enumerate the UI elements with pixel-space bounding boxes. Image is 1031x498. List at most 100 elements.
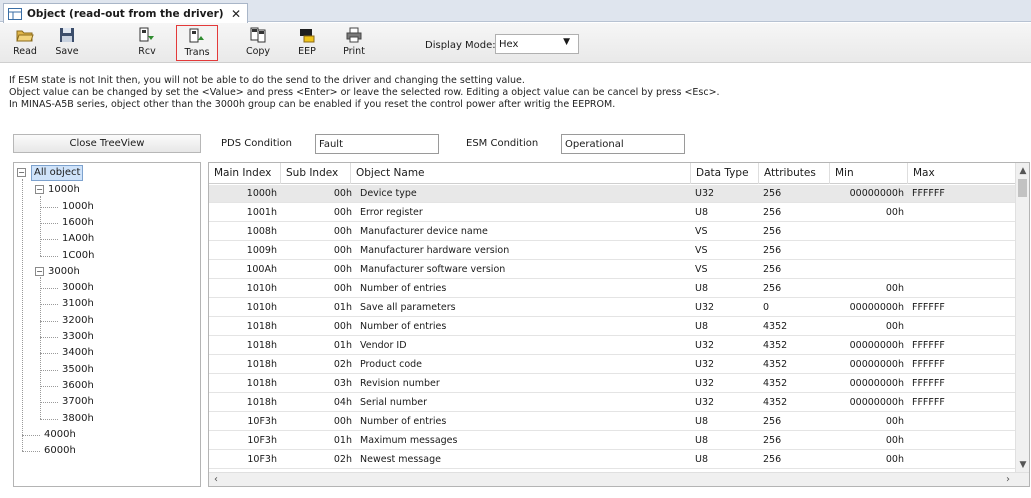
table-cell [908, 242, 1016, 260]
scroll-left-icon[interactable]: ‹ [209, 473, 223, 486]
print-button[interactable]: Print [333, 25, 375, 61]
column-header[interactable]: Main Index [209, 163, 281, 184]
table-row[interactable]: 1009h 00h Manufacturer hardware version VS 2… [209, 242, 1016, 260]
tree-node-item[interactable]: 3100h [62, 296, 94, 312]
display-mode-select[interactable]: Hex ▼ [495, 34, 579, 54]
table-header: Main Index Sub Index Object Name Data Type A… [209, 163, 1029, 184]
column-header[interactable]: Min [830, 163, 908, 184]
table-cell: Vendor ID [360, 340, 407, 351]
table-row[interactable]: 1010h 01h Save all parameters U32 0 00000000h… [209, 299, 1016, 317]
tree-node-item[interactable]: 3800h [62, 411, 94, 427]
table-row[interactable]: 1018h 02h Product code U32 4352 00000000h FFFF… [209, 356, 1016, 374]
table-row[interactable]: 1010h 00h Number of entries U8 256 00h [209, 280, 1016, 298]
receive-icon [138, 27, 156, 43]
tree-node-item[interactable]: 3200h [62, 313, 94, 329]
table-row[interactable]: 1000h 00h Device type U32 256 00000000h FFFFFF [209, 185, 1016, 203]
collapse-icon[interactable]: − [17, 168, 26, 177]
tree-node-item[interactable]: 3500h [62, 362, 94, 378]
tree-node-item[interactable]: 1000h [62, 199, 94, 215]
table-cell: 00h [333, 226, 352, 237]
table-cell: 04h [333, 397, 352, 408]
table-row[interactable]: 1018h 03h Revision number U32 4352 00000000h F… [209, 375, 1016, 393]
table-cell: 00000000h [849, 302, 904, 313]
table-cell: U32 [695, 397, 715, 408]
close-tab-icon[interactable]: ✕ [231, 7, 241, 21]
table-row[interactable]: 1018h 01h Vendor ID U32 4352 00000000h FFFFFF [209, 337, 1016, 355]
table-cell: 1018h [246, 397, 277, 408]
object-tab[interactable]: Object (read-out from the driver) ✕ [3, 3, 248, 23]
column-header[interactable]: Object Name [351, 163, 691, 184]
eep-button[interactable]: EEP [286, 25, 328, 61]
tree-node-item[interactable]: 3300h [62, 329, 94, 345]
tree-node-group[interactable]: 1000h [48, 182, 80, 198]
table-cell: 00h [885, 416, 904, 427]
scroll-down-icon[interactable]: ▼ [1016, 458, 1029, 472]
tree-node-item[interactable]: 4000h [44, 427, 76, 443]
info-message: If ESM state is not Init then, you will … [9, 75, 720, 110]
table-cell: Device type [360, 188, 417, 199]
tree-connector [40, 304, 58, 306]
table-row[interactable]: 1001h 00h Error register U8 256 00h [209, 204, 1016, 222]
tree-node-group[interactable]: 3000h [48, 264, 80, 280]
scroll-thumb[interactable] [1018, 179, 1027, 197]
table-cell: U8 [695, 321, 708, 332]
scroll-right-icon[interactable]: › [1001, 473, 1015, 486]
table-cell: Manufacturer device name [360, 226, 488, 237]
table-cell: FFFFFF [912, 378, 945, 389]
tree-node-item[interactable]: 3000h [62, 280, 94, 296]
scroll-up-icon[interactable]: ▲ [1016, 164, 1029, 178]
save-button[interactable]: Save [46, 25, 88, 61]
tab-title: Object (read-out from the driver) [27, 7, 224, 20]
tree-node-root[interactable]: All object [31, 165, 84, 181]
table-cell: Number of entries [360, 416, 447, 427]
table-cell: VS [695, 226, 708, 237]
vertical-scrollbar[interactable]: ▲ ▼ [1015, 163, 1029, 473]
table-cell: 00000000h [849, 340, 904, 351]
tree-node-item[interactable]: 6000h [44, 443, 76, 459]
column-header[interactable]: Max [908, 163, 1016, 184]
table-cell: 10F3h [247, 435, 277, 446]
table-cell: 00h [885, 207, 904, 218]
table-row[interactable]: 1018h 04h Serial number U32 4352 00000000h FFF… [209, 394, 1016, 412]
transmit-icon [188, 28, 206, 44]
tree-node-item[interactable]: 3700h [62, 394, 94, 410]
transmit-button[interactable]: Trans [176, 25, 218, 61]
table-cell [908, 280, 1016, 298]
tree-node-item[interactable]: 1600h [62, 215, 94, 231]
read-button[interactable]: Read [4, 25, 46, 61]
table-row[interactable]: 1008h 00h Manufacturer device name VS 256 [209, 223, 1016, 241]
tree-node-item[interactable]: 1A00h [62, 231, 94, 247]
table-cell: U32 [695, 302, 715, 313]
table-cell: 256 [763, 188, 782, 199]
collapse-icon[interactable]: − [35, 266, 44, 276]
table-cell: Serial number [360, 397, 427, 408]
object-tree[interactable]: − All object −1000h 1000h 1600h 1A00h 1C00h −30… [13, 162, 201, 487]
table-row[interactable]: 10F3h 02h Newest message U8 256 00h [209, 451, 1016, 469]
column-header[interactable]: Data Type [691, 163, 759, 184]
close-treeview-button[interactable]: Close TreeView [13, 134, 201, 153]
table-cell: 4352 [763, 321, 788, 332]
tree-node-item[interactable]: 3600h [62, 378, 94, 394]
table-cell: 00h [333, 283, 352, 294]
collapse-icon[interactable]: − [35, 185, 44, 195]
table-row[interactable]: 100Ah 00h Manufacturer software version VS 2… [209, 261, 1016, 279]
column-header[interactable]: Attributes [759, 163, 830, 184]
horizontal-scrollbar[interactable]: ‹ › [209, 472, 1029, 486]
eeprom-icon [298, 27, 316, 43]
table-cell: Newest message [360, 454, 441, 465]
copy-button[interactable]: Copy [237, 25, 279, 61]
receive-button[interactable]: Rcv [126, 25, 168, 61]
table-row[interactable]: 10F3h 01h Maximum messages U8 256 00h [209, 432, 1016, 450]
table-cell: 256 [763, 245, 782, 256]
table-cell: 256 [763, 226, 782, 237]
table-cell: Number of entries [360, 283, 447, 294]
table-row[interactable]: 10F3h 00h Number of entries U8 256 00h [209, 413, 1016, 431]
column-header[interactable]: Sub Index [281, 163, 351, 184]
table-cell: 256 [763, 283, 782, 294]
tree-node-item[interactable]: 1C00h [62, 248, 94, 264]
tree-connector [40, 369, 58, 371]
table-row[interactable]: 1018h 00h Number of entries U8 4352 00h [209, 318, 1016, 336]
table-cell: FFFFFF [912, 359, 945, 370]
tree-node-item[interactable]: 3400h [62, 345, 94, 361]
table-cell: 4352 [763, 340, 788, 351]
